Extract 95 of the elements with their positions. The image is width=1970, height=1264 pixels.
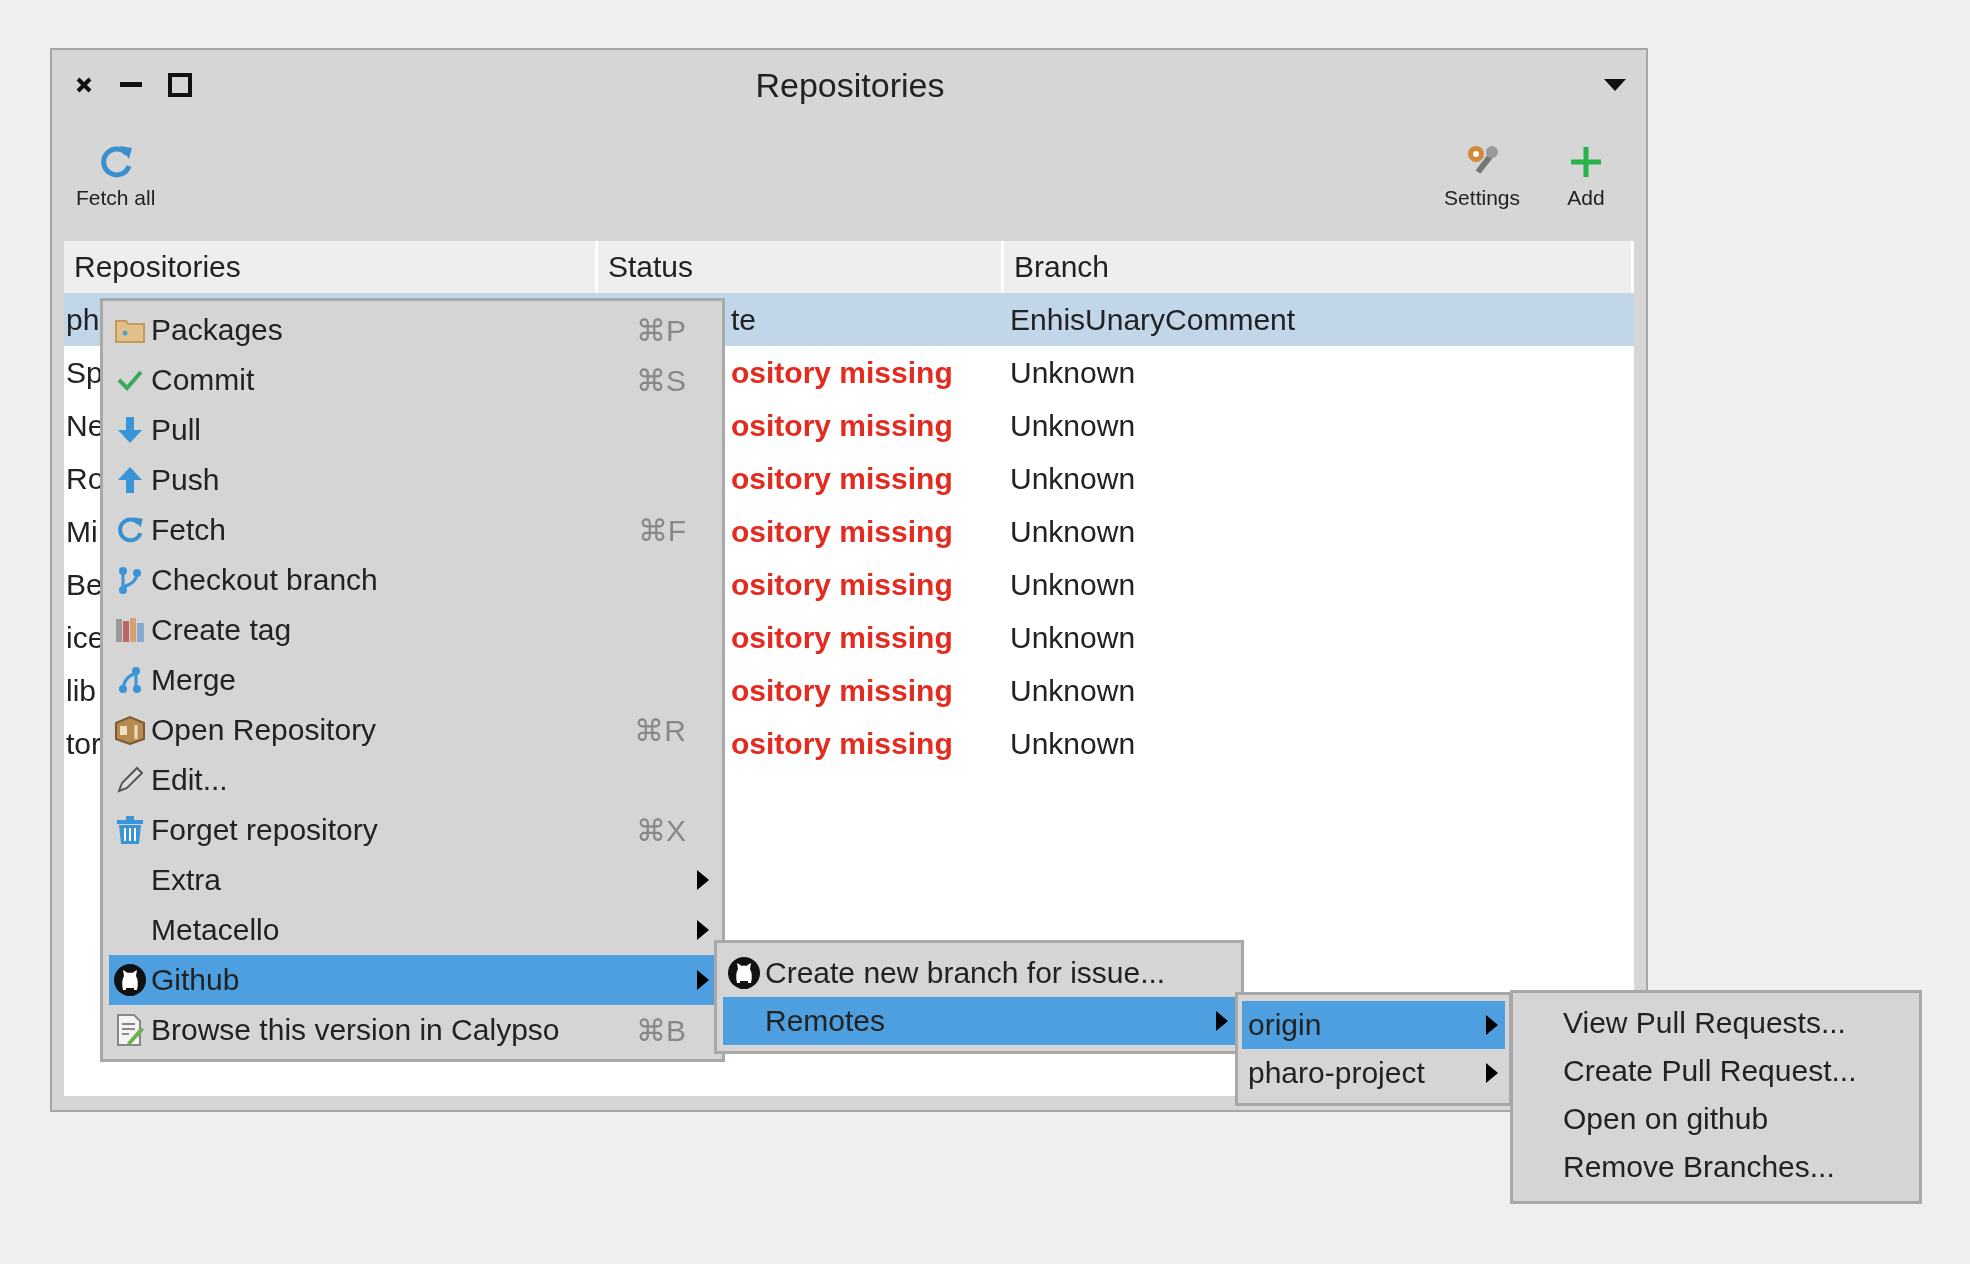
menu-item-label: Create tag (151, 613, 293, 647)
menu-item[interactable]: Pull (109, 405, 716, 455)
menu-item-label: Fetch (151, 513, 228, 547)
menu-item-label: Remotes (765, 1004, 887, 1038)
menu-item-label: Merge (151, 663, 238, 697)
menu-item[interactable]: Fetch ⌘F (109, 505, 716, 555)
menu-item[interactable]: Create Pull Request... (1563, 1047, 1913, 1095)
menu-item-label: pharo-project (1247, 1056, 1426, 1090)
merge-icon (116, 665, 144, 695)
menu-item[interactable]: Extra (109, 855, 716, 905)
table-cell: tor (66, 726, 101, 760)
table-cell: Unknown (1010, 514, 1136, 548)
settings-button[interactable]: Settings (1440, 136, 1524, 216)
menu-item[interactable]: View Pull Requests... (1563, 999, 1913, 1047)
menu-item[interactable]: Create tag (109, 605, 716, 655)
table-cell: ository missing (731, 567, 953, 601)
shortcut-label: ⌘B (636, 1013, 686, 1047)
menu-item[interactable]: Github (109, 955, 716, 1005)
menu-item[interactable]: Merge (109, 655, 716, 705)
table-cell: Unknown (1010, 461, 1136, 495)
menu-item-label: Packages (151, 313, 284, 347)
table-cell: Unknown (1010, 567, 1136, 601)
fetch-all-button[interactable]: Fetch all (72, 136, 160, 216)
table-cell: ository missing (731, 408, 953, 442)
table-cell: Unknown (1010, 408, 1136, 442)
menu-item[interactable]: Forget repository ⌘X (109, 805, 716, 855)
menu-item-label: Create Pull Request... (1563, 1054, 1858, 1088)
table-cell: Unknown (1010, 726, 1136, 760)
menu-item[interactable]: Checkout branch (109, 555, 716, 605)
table-cell: ository missing (731, 355, 953, 389)
table-cell: ository missing (731, 514, 953, 548)
table-cell: ository missing (731, 461, 953, 495)
pencil-icon (116, 766, 144, 794)
menu-item-label: Edit... (151, 763, 229, 797)
down-arrow-icon (117, 416, 143, 444)
shortcut-label: ⌘X (636, 813, 686, 847)
shortcut-label: ⌘R (634, 713, 686, 747)
menu-item-label: Checkout branch (151, 563, 379, 597)
menu-item-label: Push (151, 463, 221, 497)
table-cell: ph (66, 302, 100, 336)
menu-item[interactable]: pharo-project (1242, 1049, 1505, 1097)
menu-item[interactable]: Commit ⌘S (109, 355, 716, 405)
menu-item-label: Open on github (1563, 1102, 1770, 1136)
table-cell: Unknown (1010, 620, 1136, 654)
cat-silhouette-icon (727, 956, 761, 990)
table-cell: ository missing (731, 620, 953, 654)
menu-item-label: Create new branch for issue... (765, 956, 1167, 990)
menu-item[interactable]: Open Repository ⌘R (109, 705, 716, 755)
shortcut-label: ⌘P (636, 313, 686, 347)
table-cell: te (731, 302, 757, 336)
menu-item-label: Remove Branches... (1563, 1150, 1836, 1184)
branch-icon (116, 565, 144, 595)
box-icon (114, 715, 146, 745)
menu-item[interactable]: Browse this version in Calypso ⌘B (109, 1005, 716, 1055)
menu-item[interactable]: origin (1242, 1001, 1505, 1049)
minimize-icon[interactable] (120, 82, 142, 88)
menu-item[interactable]: Edit... (109, 755, 716, 805)
window-title: Repositories (754, 65, 946, 105)
maximize-icon[interactable] (168, 73, 192, 97)
menu-item-label: Open Repository (151, 713, 378, 747)
menu-item[interactable]: Remove Branches... (1563, 1143, 1913, 1191)
menu-item-label: Metacello (151, 913, 281, 947)
add-button[interactable]: Add (1562, 136, 1610, 216)
folder-icon (115, 317, 145, 343)
menu-item[interactable]: Push (109, 455, 716, 505)
menu-item-label: Github (151, 963, 241, 997)
menu-item-label: View Pull Requests... (1563, 1006, 1847, 1040)
close-icon[interactable] (74, 75, 94, 95)
table-cell: EnhisUnaryComment (1010, 302, 1296, 336)
shortcut-label: ⌘F (637, 513, 686, 547)
cat-silhouette-icon (113, 963, 147, 997)
table-cell: lib (66, 673, 96, 707)
table-cell: Unknown (1010, 355, 1136, 389)
table-cell: ository missing (731, 673, 953, 707)
table-cell: ository missing (731, 726, 953, 760)
menu-item-label: Extra (151, 863, 223, 897)
menu-item-label: origin (1247, 1008, 1323, 1042)
check-icon (117, 369, 143, 391)
menu-item[interactable]: Create new branch for issue... (723, 949, 1235, 997)
menu-item[interactable]: Open on github (1563, 1095, 1913, 1143)
trash-icon (115, 815, 145, 845)
books-icon (115, 617, 145, 643)
dropdown-caret-icon[interactable] (1604, 79, 1626, 91)
up-arrow-icon (117, 466, 143, 494)
menu-item-label: Commit (151, 363, 256, 397)
document-icon (115, 1014, 145, 1046)
menu-item-label: Forget repository (151, 813, 379, 847)
shortcut-label: ⌘S (636, 363, 686, 397)
table-cell: Mi (66, 514, 98, 548)
menu-item-label: Browse this version in Calypso (151, 1013, 561, 1047)
table-cell: Be (66, 567, 103, 601)
table-cell: Sp (66, 355, 103, 389)
table-cell: Unknown (1010, 673, 1136, 707)
menu-item-label: Pull (151, 413, 203, 447)
menu-item[interactable]: Remotes (723, 997, 1235, 1045)
